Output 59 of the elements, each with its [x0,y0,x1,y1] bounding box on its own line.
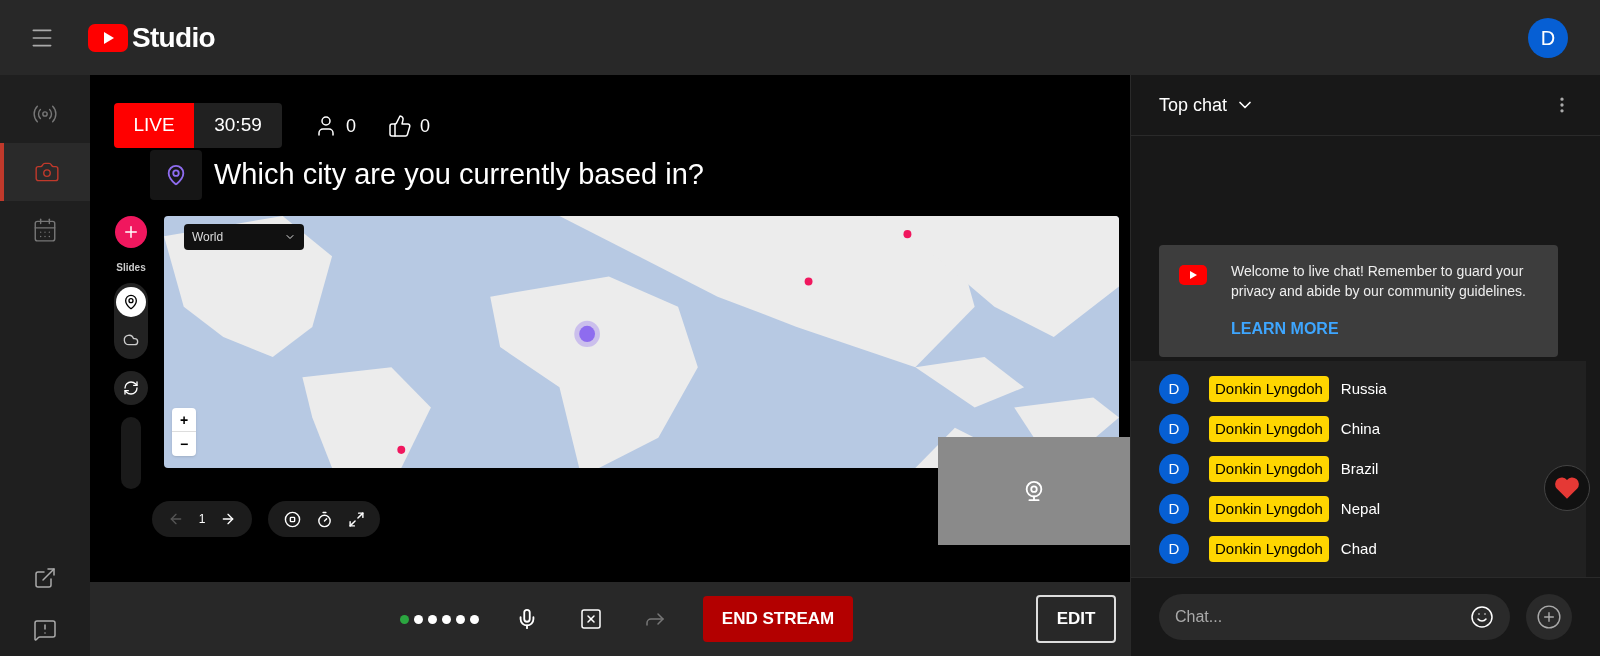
live-badge: LIVE [114,103,194,148]
message-text: Nepal [1340,498,1381,519]
plus-icon [122,223,140,241]
message-text: Brazil [1340,458,1379,479]
logo-icon [1179,265,1207,285]
slide-number: 1 [198,511,206,528]
elapsed-time: 30:59 [194,103,282,148]
author-name: Donkin Lyngdoh [1209,415,1329,443]
like-count: 0 [420,114,431,138]
add-button[interactable] [1526,594,1572,640]
scroll-track [121,417,141,489]
user-avatar: D [1159,454,1189,484]
fullscreen-icon[interactable] [347,510,365,528]
external-link-icon [33,566,57,590]
connection-dots-icon [400,614,479,624]
welcome-text: Welcome to live chat! Remember to guard your privacy and abide by our community guidelines. [1231,262,1527,301]
webcam-icon [1023,480,1045,502]
author-name: Donkin Lyngdoh [1209,375,1329,403]
emoji-icon[interactable] [1470,605,1494,629]
feedback-icon [33,618,57,642]
author-name: Donkin Lyngdoh [1209,495,1329,523]
slides-label: Slides [116,261,146,275]
author-name: Donkin Lyngdoh [1209,455,1329,483]
sync-icon [123,380,139,396]
cloud-icon [123,332,139,348]
message-text: Russia [1340,378,1387,399]
end-stream-button[interactable]: END STREAM [703,596,853,642]
learn-more-link[interactable]: LEARN MORE [1231,317,1538,341]
logo-text: Studio [132,20,215,55]
edit-button[interactable]: EDIT [1036,595,1116,643]
heart-icon [1554,476,1580,500]
timer-icon[interactable] [315,510,333,528]
message-text: China [1340,418,1381,439]
user-avatar: D [1159,494,1189,524]
map-pin-icon [165,164,187,186]
message-text: Chad [1340,538,1377,559]
sync-button[interactable] [114,371,148,405]
sidebar-item[interactable] [0,143,90,201]
zoom-out-button[interactable]: − [172,432,196,456]
stop-icon[interactable] [283,510,301,528]
region-dropdown[interactable]: World [184,224,304,250]
add-slide-button[interactable] [115,216,147,248]
account-avatar[interactable]: D [1528,17,1568,58]
viewer-count: 0 [346,114,356,138]
slide-thumb[interactable] [116,287,146,317]
author-name: Donkin Lyngdoh [1209,535,1329,563]
like-icon [388,113,412,138]
user-avatar: D [1159,414,1189,444]
user-avatar: D [1159,374,1189,404]
plus-icon [1536,604,1562,630]
zoom-in-button[interactable]: + [172,408,196,432]
chat-input[interactable]: Chat... [1159,594,1510,640]
map-pin-icon [123,294,139,310]
close-box-icon [579,607,603,631]
calendar-icon [32,217,58,243]
logo-icon [88,23,128,52]
user-avatar: D [1159,534,1189,564]
poll-question: Which city are you currently based in? [214,157,704,193]
chat-mode-dropdown[interactable]: Top chat [1159,91,1256,119]
